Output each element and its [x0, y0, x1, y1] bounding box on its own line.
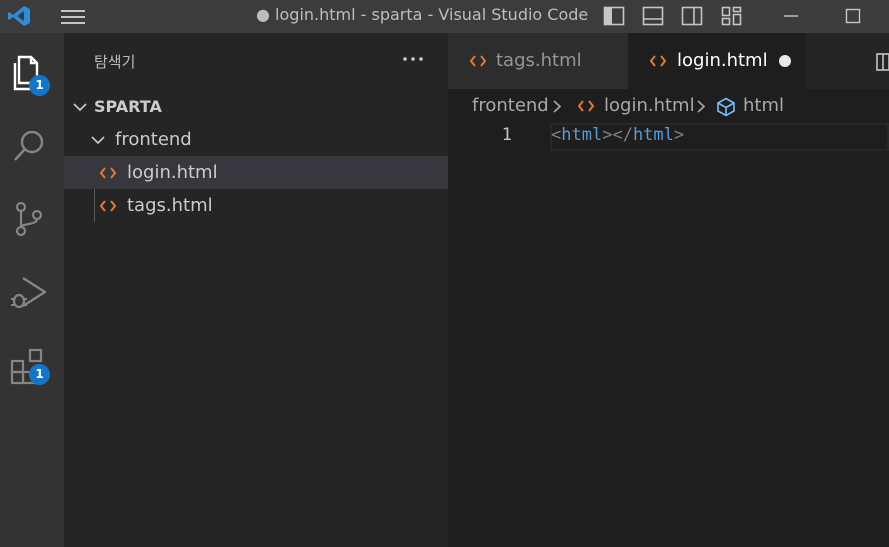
customize-layout-icon[interactable]: [721, 6, 743, 26]
window-title: ● login.html - sparta - Visual Studio Co…: [256, 5, 589, 24]
activity-bar: 1 1: [0, 33, 64, 547]
explorer-sidebar: 탐색기 SPARTA frontend login.html tags.html: [64, 33, 448, 547]
activity-extensions[interactable]: 1: [0, 337, 64, 397]
tab-label: tags.html: [496, 50, 582, 71]
file-label: tags.html: [127, 195, 213, 216]
activity-explorer[interactable]: 1: [0, 45, 64, 105]
code-editor[interactable]: 1 <html></html>: [448, 123, 889, 547]
maximize-icon[interactable]: [842, 6, 864, 26]
chevron-right-icon: [697, 100, 706, 113]
file-label: login.html: [127, 162, 218, 183]
tree-file-tags[interactable]: tags.html: [64, 189, 448, 222]
tab-tags-html[interactable]: tags.html: [448, 33, 628, 89]
chevron-right-icon: [553, 100, 562, 113]
code-tag: html: [632, 125, 674, 145]
source-control-icon: [15, 201, 43, 237]
breadcrumb: frontend login.html html: [448, 89, 889, 123]
toggle-primary-sidebar-icon[interactable]: [603, 6, 625, 26]
line-number: 1: [501, 125, 512, 145]
split-editor-icon[interactable]: [876, 53, 889, 71]
root-folder-label: SPARTA: [94, 97, 162, 116]
tree-file-login[interactable]: login.html: [64, 156, 448, 189]
activity-search[interactable]: [0, 118, 64, 178]
folder-label: frontend: [115, 129, 192, 150]
code-bracket: </: [612, 125, 633, 145]
activity-run-debug[interactable]: [0, 264, 64, 324]
html-file-icon: [470, 55, 486, 67]
code-line[interactable]: <html></html>: [551, 125, 684, 145]
tree-root-sparta[interactable]: SPARTA: [64, 90, 448, 123]
minimize-icon[interactable]: [780, 6, 802, 26]
html-file-icon: [578, 100, 594, 112]
code-bracket: <: [551, 125, 562, 145]
unsaved-dot-icon[interactable]: [779, 55, 791, 67]
breadcrumb-file[interactable]: login.html: [604, 89, 695, 123]
sidebar-title: 탐색기: [94, 53, 136, 71]
hamburger-menu-icon[interactable]: [58, 7, 88, 27]
more-actions-icon[interactable]: [402, 54, 424, 64]
tab-login-html[interactable]: login.html: [628, 33, 806, 89]
breadcrumb-element[interactable]: html: [743, 89, 784, 123]
editor-tab-bar: tags.html login.html: [448, 33, 889, 89]
breadcrumb-folder[interactable]: frontend: [472, 89, 549, 123]
toggle-panel-icon[interactable]: [642, 6, 664, 26]
tree-folder-frontend[interactable]: frontend: [64, 123, 448, 156]
code-tag: html: [561, 125, 603, 145]
extensions-badge: 1: [29, 364, 50, 385]
run-debug-icon: [11, 276, 47, 309]
code-bracket: >: [602, 125, 613, 145]
html-file-icon: [100, 200, 116, 212]
cube-element-icon: [717, 97, 735, 117]
chevron-down-icon: [73, 103, 87, 112]
toggle-secondary-sidebar-icon[interactable]: [681, 6, 703, 26]
explorer-badge: 1: [29, 75, 50, 96]
title-bar: ● login.html - sparta - Visual Studio Co…: [0, 0, 889, 33]
activity-source-control[interactable]: [0, 191, 64, 251]
html-file-icon: [650, 55, 666, 67]
tab-label: login.html: [677, 50, 768, 71]
vscode-logo-icon[interactable]: [7, 5, 31, 27]
chevron-down-icon: [91, 136, 105, 145]
search-icon: [14, 130, 44, 161]
code-bracket: >: [673, 125, 685, 145]
html-file-icon: [100, 167, 116, 179]
